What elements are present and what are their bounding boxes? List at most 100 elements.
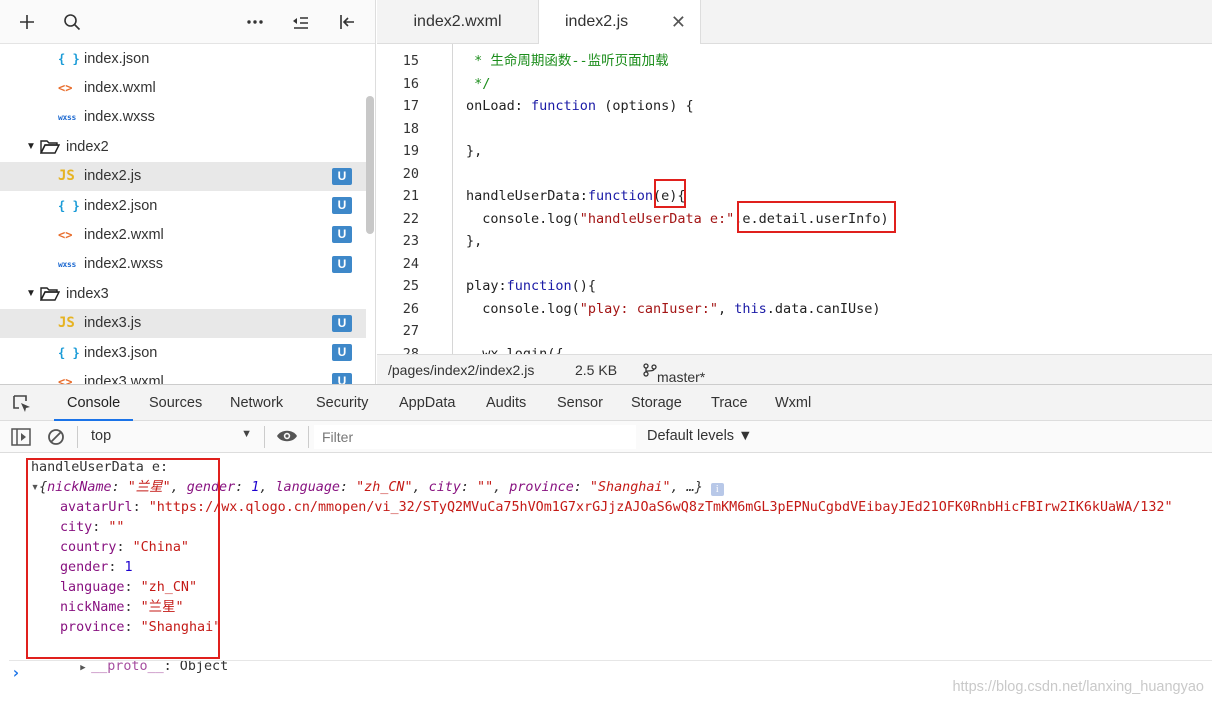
summary-token: , (493, 480, 510, 495)
tree-item-label: index.wxml (84, 80, 156, 97)
tab-audits[interactable]: Audits (486, 385, 526, 421)
line-number: 17 (402, 98, 419, 114)
tree-file[interactable]: JS index2.js U (0, 161, 366, 191)
code-text: play:function(){ (466, 275, 596, 298)
collapse-all-icon[interactable] (290, 11, 312, 33)
tab-wxml[interactable]: Wxml (775, 385, 811, 421)
tree-file[interactable]: { } index3.json U (0, 338, 366, 367)
divider (77, 426, 78, 448)
tab-trace[interactable]: Trace (711, 385, 748, 421)
wxss-file-icon: wxss (58, 259, 77, 269)
tree-file[interactable]: { } index.json (0, 44, 366, 73)
summary-token: , …} (670, 480, 703, 495)
tree-folder-index2[interactable]: ▼ index2 (0, 132, 366, 161)
more-icon[interactable] (244, 11, 266, 33)
line-number: 22 (402, 210, 419, 227)
code-token: }, (466, 233, 483, 249)
git-status-badge: U (332, 343, 352, 361)
clear-console-icon[interactable] (47, 428, 65, 449)
tree-file[interactable]: { } index2.json U (0, 191, 366, 220)
summary-token: province (509, 480, 574, 495)
context-select[interactable]: top ▼ (84, 425, 256, 449)
code-token: function (531, 98, 597, 114)
tab-sources[interactable]: Sources (149, 385, 202, 421)
tree-file[interactable]: JS index3.js U (0, 308, 366, 338)
tree-file[interactable]: wxss index2.wxss U (0, 250, 366, 279)
summary-token: : (235, 480, 252, 495)
expand-caret-icon[interactable]: ▼ (26, 141, 40, 152)
git-branch[interactable]: master* (643, 362, 705, 384)
summary-token: , (412, 480, 429, 495)
git-status-badge: U (332, 314, 352, 332)
git-status-badge: U (332, 196, 352, 214)
tree-file[interactable]: wxss index.wxss (0, 103, 366, 132)
code-token: }, (466, 143, 483, 159)
editor-tabs: index2.wxml index2.js ✕ (377, 0, 1212, 44)
expand-caret-icon[interactable]: ▼ (26, 288, 40, 299)
console-prompt[interactable]: › (11, 663, 21, 682)
sidebar-toggle-icon[interactable] (11, 428, 31, 449)
tab-console[interactable]: Console (54, 385, 134, 421)
tree-file[interactable]: <> index3.wxml U (0, 367, 366, 384)
close-icon[interactable]: ✕ (671, 0, 686, 44)
line-number: 16 (402, 75, 419, 92)
tab-network[interactable]: Network (230, 385, 283, 421)
log-levels-dropdown[interactable]: Default levels ▼ (647, 428, 752, 444)
tab-label: index2.wxml (413, 13, 502, 30)
toggle-sidebar-icon[interactable] (336, 11, 358, 33)
summary-token: language (275, 480, 340, 495)
search-icon[interactable] (61, 11, 83, 33)
folder-open-icon (40, 139, 66, 155)
tree-item-label: index3.wxml (84, 373, 164, 384)
tree-file[interactable]: <> index2.wxml U (0, 220, 366, 249)
tab-index2-js[interactable]: index2.js ✕ (539, 0, 701, 44)
file-explorer: { } index.json <> index.wxml wxss index.wxss ▼… (0, 0, 376, 384)
proto-value: Object (179, 659, 229, 674)
eye-icon[interactable] (276, 428, 298, 447)
tab-index2-wxml[interactable]: index2.wxml (377, 0, 539, 44)
explorer-scrollbar[interactable] (366, 96, 374, 234)
dropdown-arrow-icon: ▼ (241, 428, 252, 440)
code-editor: index2.wxml index2.js ✕ 15 * 生命周期函数--监听页… (377, 0, 1212, 384)
explorer-toolbar (0, 0, 375, 44)
tree-folder-index3[interactable]: ▼ index3 (0, 279, 366, 308)
annotation-box-param (654, 179, 686, 208)
wxml-file-icon: <> (58, 81, 73, 96)
line-number: 25 (402, 278, 419, 294)
file-tree: { } index.json <> index.wxml wxss index.wxss ▼… (0, 44, 366, 384)
divider (9, 660, 1212, 661)
branch-name: master* (657, 369, 706, 384)
line-number: 26 (402, 300, 419, 317)
code-text: * 生命周期函数--监听页面加载 (466, 50, 669, 73)
filter-input[interactable] (314, 425, 636, 449)
info-icon[interactable]: i (710, 483, 724, 496)
tab-appdata[interactable]: AppData (399, 385, 455, 421)
tab-sensor[interactable]: Sensor (557, 385, 603, 421)
tree-file[interactable]: <> index.wxml (0, 73, 366, 102)
line-number: 18 (402, 120, 419, 137)
inspect-element-icon[interactable] (12, 394, 32, 414)
code-area[interactable]: 15 * 生命周期函数--监听页面加载 16 */ 17 onLoad: functi… (377, 44, 1212, 354)
code-text: }, (466, 140, 482, 163)
line-number: 23 (402, 233, 419, 249)
summary-token: "Shanghai" (589, 480, 671, 495)
tree-item-label: index3.json (84, 344, 158, 361)
add-file-icon[interactable] (16, 11, 38, 33)
code-token: "handleUserData e:" (579, 210, 735, 227)
tab-security[interactable]: Security (316, 385, 368, 421)
js-file-icon: JS (58, 315, 75, 332)
object-property-row[interactable]: avatarUrl: "https://wx.qlogo.cn/mmopen/v… (60, 498, 1173, 518)
wxss-file-icon: wxss (58, 112, 77, 122)
code-token: * 生命周期函数--监听页面加载 (466, 53, 669, 69)
code-token: */ (466, 75, 491, 92)
js-file-icon: JS (58, 168, 75, 185)
console-output[interactable]: handleUserData e: ▾{nickName: "兰星", gend… (0, 453, 1212, 705)
code-token: wx.login({ (466, 345, 564, 355)
code-token: console.log( (466, 210, 580, 227)
line-number: 27 (402, 323, 419, 339)
tab-storage[interactable]: Storage (631, 385, 682, 421)
json-file-icon: { } (58, 51, 80, 66)
summary-token: city (428, 480, 461, 495)
file-path: /pages/index2/index2.js (388, 362, 535, 378)
code-token: (options) { (596, 98, 694, 114)
